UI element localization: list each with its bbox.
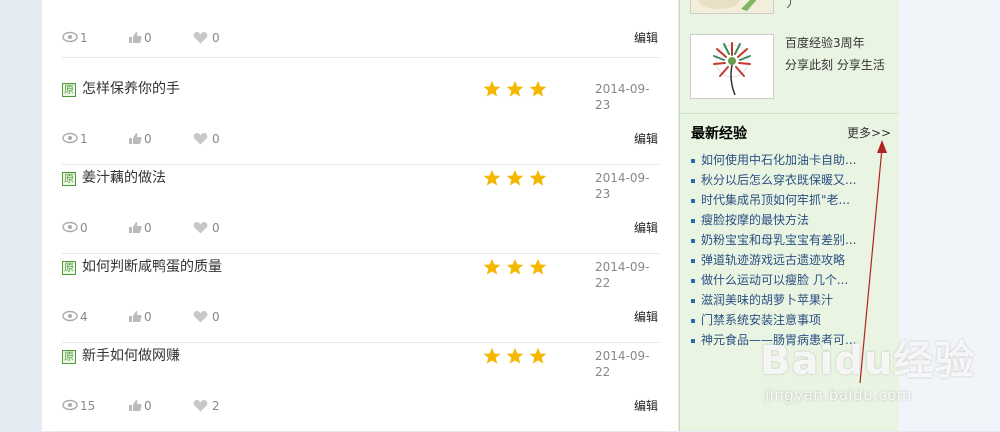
baidu-watermark-url: jingyan.baidu.com <box>765 386 912 404</box>
baidu-watermark-logo: Baidu经验 <box>760 338 976 384</box>
